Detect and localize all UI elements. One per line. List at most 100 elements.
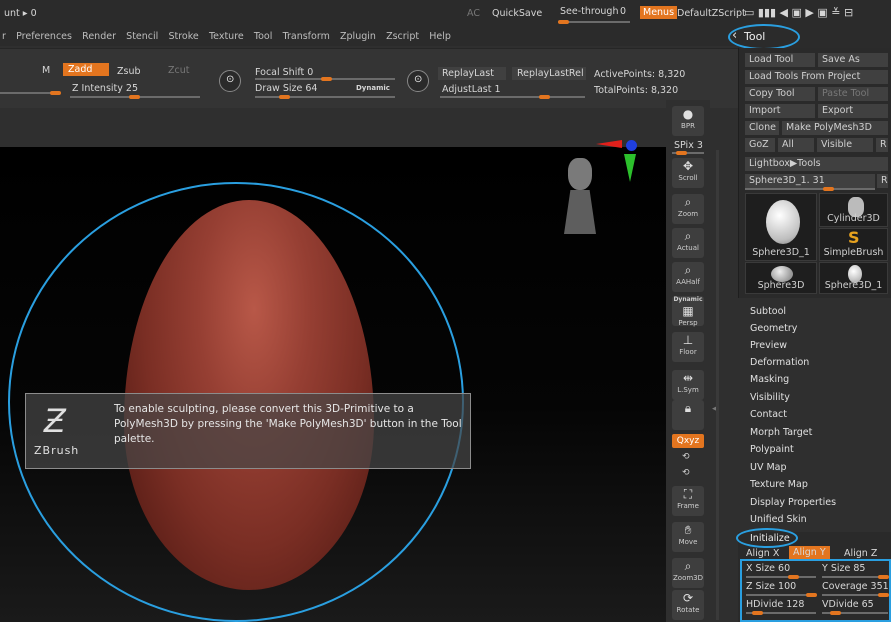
lsym-button[interactable]: ⇹ L.Sym [672, 370, 704, 400]
make-polymesh3d-button[interactable]: Make PolyMesh3D [782, 121, 888, 135]
goz-visible-button[interactable]: Visible [817, 138, 873, 152]
menu-item-tool[interactable]: Tool [254, 28, 272, 46]
subpalette-unified-skin[interactable]: Unified Skin [750, 514, 807, 525]
replay-last-button[interactable]: ReplayLast [438, 67, 506, 80]
y-size-field[interactable]: Y Size 85 [822, 563, 865, 574]
subpalette-visibility[interactable]: Visibility [750, 392, 790, 403]
z-intensity-knob[interactable] [129, 95, 140, 99]
menu-item-stencil[interactable]: Stencil [126, 28, 158, 46]
goz-button[interactable]: GoZ [745, 138, 775, 152]
bpr-button[interactable]: ● BPR [672, 106, 704, 136]
menu-item-r[interactable]: r [2, 28, 6, 46]
goz-r-button[interactable]: R [876, 138, 888, 152]
actual-button[interactable]: ⌕ Actual [672, 228, 704, 258]
copy-tool-button[interactable]: Copy Tool [745, 87, 815, 101]
z-intensity-label[interactable]: Z Intensity 25 [72, 83, 138, 94]
rotate-z-icon[interactable]: ⟲ [682, 468, 690, 478]
spix-label[interactable]: SPix 3 [674, 140, 703, 151]
menu-item-texture[interactable]: Texture [209, 28, 244, 46]
lightbox-tools-button[interactable]: Lightbox▶Tools [745, 157, 888, 171]
spix-slider[interactable] [672, 151, 704, 155]
current-tool-slider-track[interactable] [745, 187, 875, 191]
subpalette-uv-map[interactable]: UV Map [750, 462, 787, 473]
head-navigator-icon[interactable] [556, 150, 604, 240]
replay-last-rel-button[interactable]: ReplayLastRel [512, 67, 586, 80]
frame-button[interactable]: ⛶ Frame [672, 486, 704, 516]
menu-item-stroke[interactable]: Stroke [168, 28, 198, 46]
lock-button[interactable]: 🔒︎ [672, 400, 704, 430]
zoom3d-button[interactable]: ⌕ Zoom3D [672, 558, 704, 588]
default-zscript-button[interactable]: DefaultZScript [677, 8, 746, 19]
floor-button[interactable]: ⊥ Floor [672, 332, 704, 362]
rotate-button[interactable]: ⟳ Rotate [672, 590, 704, 620]
align-x-button[interactable]: Align X [746, 548, 779, 559]
zoom-button[interactable]: ⌕ Zoom [672, 194, 704, 224]
z-size-field[interactable]: Z Size 100 [746, 581, 796, 592]
subpalette-texture-map[interactable]: Texture Map [750, 479, 808, 490]
ac-button[interactable]: AC [467, 8, 480, 19]
panel-separator[interactable] [716, 150, 719, 620]
draw-size-knob[interactable] [279, 95, 290, 99]
subpalette-contact[interactable]: Contact [750, 409, 787, 420]
hdivide-field[interactable]: HDivide 128 [746, 599, 804, 610]
seethrough-label[interactable]: See-through [560, 6, 618, 17]
adjust-last-slider[interactable] [440, 95, 585, 99]
menu-item-zplugin[interactable]: Zplugin [340, 28, 376, 46]
adjust-last-label[interactable]: AdjustLast 1 [442, 84, 501, 95]
aahalf-button[interactable]: ⌕ AAHalf [672, 262, 704, 292]
vdivide-slider[interactable] [822, 611, 888, 615]
vdivide-knob[interactable] [830, 611, 841, 615]
menu-item-zscript[interactable]: Zscript [386, 28, 419, 46]
left-slider[interactable] [0, 91, 61, 95]
subpalette-display-properties[interactable]: Display Properties [750, 497, 836, 508]
xyz-symmetry-button[interactable]: Qxyz [672, 434, 704, 448]
tool-thumb-cylinder3d[interactable]: Cylinder3D [819, 193, 888, 227]
spix-knob[interactable] [676, 151, 687, 155]
tool-thumb-sphere3d-1b[interactable]: Sphere3D_1 [819, 262, 888, 294]
subpalette-geometry[interactable]: Geometry [750, 323, 797, 334]
move-button[interactable]: ✋︎ Move [672, 522, 704, 552]
vdivide-field[interactable]: VDivide 65 [822, 599, 874, 610]
clone-button[interactable]: Clone [745, 121, 779, 135]
load-tool-button[interactable]: Load Tool [745, 53, 815, 67]
scroll-button[interactable]: ✥ Scroll [672, 158, 704, 188]
export-button[interactable]: Export [818, 104, 888, 118]
tool-back-icon[interactable]: ‹ [732, 28, 737, 43]
menu-item-transform[interactable]: Transform [283, 28, 330, 46]
draw-size-label[interactable]: Draw Size 64 [255, 83, 317, 94]
hdivide-slider[interactable] [746, 611, 816, 615]
quicksave-button[interactable]: QuickSave [492, 8, 542, 19]
initialize-title[interactable]: Initialize [750, 533, 790, 544]
z-size-slider[interactable] [746, 593, 817, 597]
zcut-button[interactable]: Zcut [168, 65, 189, 76]
draw-size-slider[interactable] [255, 95, 395, 99]
focal-shift-slider[interactable] [255, 77, 395, 81]
s-brush-icon[interactable]: ⊙ [219, 70, 241, 92]
adjust-last-knob[interactable] [539, 95, 550, 99]
subpalette-morph-target[interactable]: Morph Target [750, 427, 812, 438]
save-as-button[interactable]: Save As [818, 53, 888, 67]
z-size-knob[interactable] [806, 593, 817, 597]
import-button[interactable]: Import [745, 104, 815, 118]
coverage-slider[interactable] [822, 593, 889, 597]
focal-shift-knob[interactable] [321, 77, 332, 81]
x-size-field[interactable]: X Size 60 [746, 563, 790, 574]
d-brush-icon[interactable]: ⊙ [407, 70, 429, 92]
y-size-knob[interactable] [878, 575, 889, 579]
zsub-button[interactable]: Zsub [117, 66, 141, 77]
focal-shift-label[interactable]: Focal Shift 0 [255, 67, 313, 78]
menu-item-help[interactable]: Help [429, 28, 451, 46]
current-tool-r-button[interactable]: R [877, 174, 888, 188]
tool-palette-title[interactable]: Tool [744, 30, 765, 43]
subpalette-polypaint[interactable]: Polypaint [750, 444, 794, 455]
toolbar-icons[interactable]: ▭ ▮▮▮ ◀ ▣ ▶ ▣ ≚ ⊟ [744, 6, 853, 19]
m-toggle[interactable]: M [42, 65, 50, 76]
persp-button[interactable]: Dynamic ▦ Persp [672, 296, 704, 327]
seethrough-slider[interactable] [558, 20, 630, 24]
x-size-knob[interactable] [788, 575, 799, 579]
load-tools-from-project-button[interactable]: Load Tools From Project [745, 70, 888, 84]
tool-thumb-simplebrush[interactable]: S SimpleBrush [819, 228, 888, 261]
subpalette-subtool[interactable]: Subtool [750, 306, 786, 317]
left-slider-knob[interactable] [50, 91, 61, 95]
z-intensity-slider[interactable] [70, 95, 200, 99]
